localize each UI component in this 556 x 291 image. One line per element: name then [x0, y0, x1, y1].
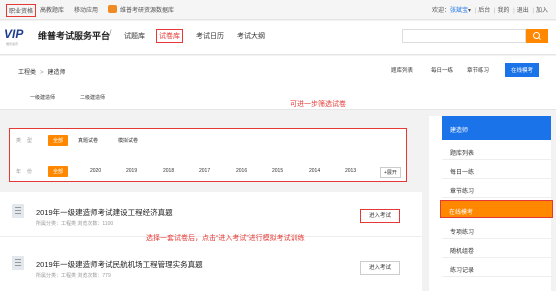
filter-year-2013[interactable]: 2013	[345, 168, 356, 174]
annotation-filter: 可进一步筛选试卷	[290, 101, 346, 108]
nav-exam-calendar[interactable]: 考试日历	[196, 31, 224, 41]
username-link[interactable]: 张斌宝	[450, 8, 468, 14]
topbar-link-mobile[interactable]: 移动应用	[74, 5, 98, 14]
topbar-my-link[interactable]: 我的	[497, 8, 509, 14]
platform-title: 维普考试服务平台	[38, 31, 111, 41]
paper-meta: 所属分类：工程类 浏览次数：779	[36, 273, 111, 279]
sidebar: 建造师 题库列表 每日一练 章节练习 在线模考 专项练习 随机组卷 练习记录	[429, 116, 553, 291]
database-icon	[108, 5, 117, 13]
site-header: VIP 维普资讯 维普考试服务平台 / 试题库 试卷库 考试日历 考试大纲	[0, 21, 556, 55]
topbar-link-higher-ed[interactable]: 高教题库	[40, 5, 64, 14]
topbar-link-vocational[interactable]: 职业资格	[6, 4, 37, 17]
topbar-logout-link[interactable]: 退出	[517, 8, 529, 14]
filter-expand-button[interactable]: +展开	[380, 167, 401, 178]
filter-type-label: 类型	[16, 138, 39, 144]
list-item: 2019年一级建造师考试民航机场工程管理实务真题 所属分类：工程类 浏览次数：7…	[0, 244, 422, 288]
category-header: 工程类 > 建造师 一级建造师 二级建造师 题库列表 每日一练 章节练习 在线模考	[0, 56, 556, 110]
subcategory-level1[interactable]: 一级建造师	[30, 94, 55, 101]
filter-type-mock[interactable]: 模拟试卷	[118, 137, 138, 144]
filter-year-2020[interactable]: 2020	[90, 168, 101, 174]
breadcrumb-constructor[interactable]: 建造师	[48, 70, 66, 76]
filter-year-2016[interactable]: 2016	[236, 168, 247, 174]
logo-subtitle: 维普资讯	[6, 42, 19, 46]
vip-logo[interactable]: VIP	[4, 27, 23, 41]
breadcrumb-engineering[interactable]: 工程类	[18, 70, 36, 76]
sidebar-item-random-paper[interactable]: 随机组卷	[442, 240, 551, 258]
filter-year-all[interactable]: 全部	[48, 166, 69, 177]
filter-year-2017[interactable]: 2017	[199, 168, 210, 174]
paper-meta: 所属分类：工程类 浏览次数：1100	[36, 221, 114, 227]
filter-year-2019[interactable]: 2019	[126, 168, 137, 174]
nav-paper-bank[interactable]: 试卷库	[156, 29, 183, 43]
sidebar-header: 建造师	[442, 116, 551, 140]
user-menu: 欢迎：张斌宝▾ | 后台 | 我的 | 退出 | 加入	[431, 8, 548, 14]
tab-question-list[interactable]: 题库列表	[391, 66, 413, 74]
tab-chapter-practice[interactable]: 章节练习	[467, 66, 489, 74]
title-divider: /	[109, 28, 112, 38]
sidebar-item-practice-record[interactable]: 练习记录	[442, 259, 551, 277]
search-input[interactable]	[402, 29, 526, 43]
breadcrumb-separator: >	[40, 70, 44, 76]
filter-year-2015[interactable]: 2015	[272, 168, 283, 174]
subcategory-level2[interactable]: 二级建造师	[80, 94, 105, 101]
topbar-join-link[interactable]: 加入	[536, 8, 548, 14]
enter-exam-button[interactable]: 进入考试	[360, 209, 400, 223]
list-item: 2019年一级建造师考试建设工程经济真题 所属分类：工程类 浏览次数：1100 …	[0, 192, 422, 237]
sidebar-item-special-practice[interactable]: 专项练习	[442, 221, 551, 239]
sidebar-item-chapter-practice[interactable]: 章节练习	[442, 180, 551, 198]
topbar-admin-link[interactable]: 后台	[478, 8, 490, 14]
filter-panel: 类型 全部 真题试卷 模拟试卷 年份 全部 2020 2019 2018 201…	[9, 128, 407, 182]
annotation-enter-exam: 选择一套试卷后，点击“进入考试”进行模拟考试训练	[146, 235, 305, 242]
search-button[interactable]	[526, 29, 548, 43]
enter-exam-button[interactable]: 进入考试	[360, 261, 400, 275]
user-caret-icon[interactable]: ▾	[468, 8, 471, 14]
topbar-link-kaoyan-db[interactable]: 维普考研资源数据库	[120, 5, 174, 14]
filter-type-all[interactable]: 全部	[48, 135, 69, 146]
welcome-label: 欢迎：	[431, 8, 450, 14]
sidebar-item-question-list[interactable]: 题库列表	[442, 142, 551, 160]
tab-daily-practice[interactable]: 每日一练	[431, 66, 453, 74]
tab-online-mock[interactable]: 在线模考	[505, 63, 540, 77]
sidebar-item-daily-practice[interactable]: 每日一练	[442, 161, 551, 179]
filter-year-label: 年份	[16, 169, 39, 175]
paper-title[interactable]: 2019年一级建造师考试民航机场工程管理实务真题	[36, 259, 203, 270]
document-icon	[12, 256, 24, 270]
top-bar: 职业资格 高教题库 移动应用 维普考研资源数据库 欢迎：张斌宝▾ | 后台 | 我的…	[0, 0, 556, 20]
sidebar-item-online-mock[interactable]: 在线模考	[440, 200, 553, 218]
breadcrumb: 工程类 > 建造师	[18, 67, 66, 76]
filter-year-2018[interactable]: 2018	[163, 168, 174, 174]
nav-exam-outline[interactable]: 考试大纲	[237, 31, 265, 41]
paper-title[interactable]: 2019年一级建造师考试建设工程经济真题	[36, 207, 173, 218]
filter-type-real[interactable]: 真题试卷	[78, 137, 98, 144]
nav-question-bank[interactable]: 试题库	[124, 31, 145, 41]
filter-year-2014[interactable]: 2014	[309, 168, 320, 174]
document-icon	[12, 204, 24, 218]
